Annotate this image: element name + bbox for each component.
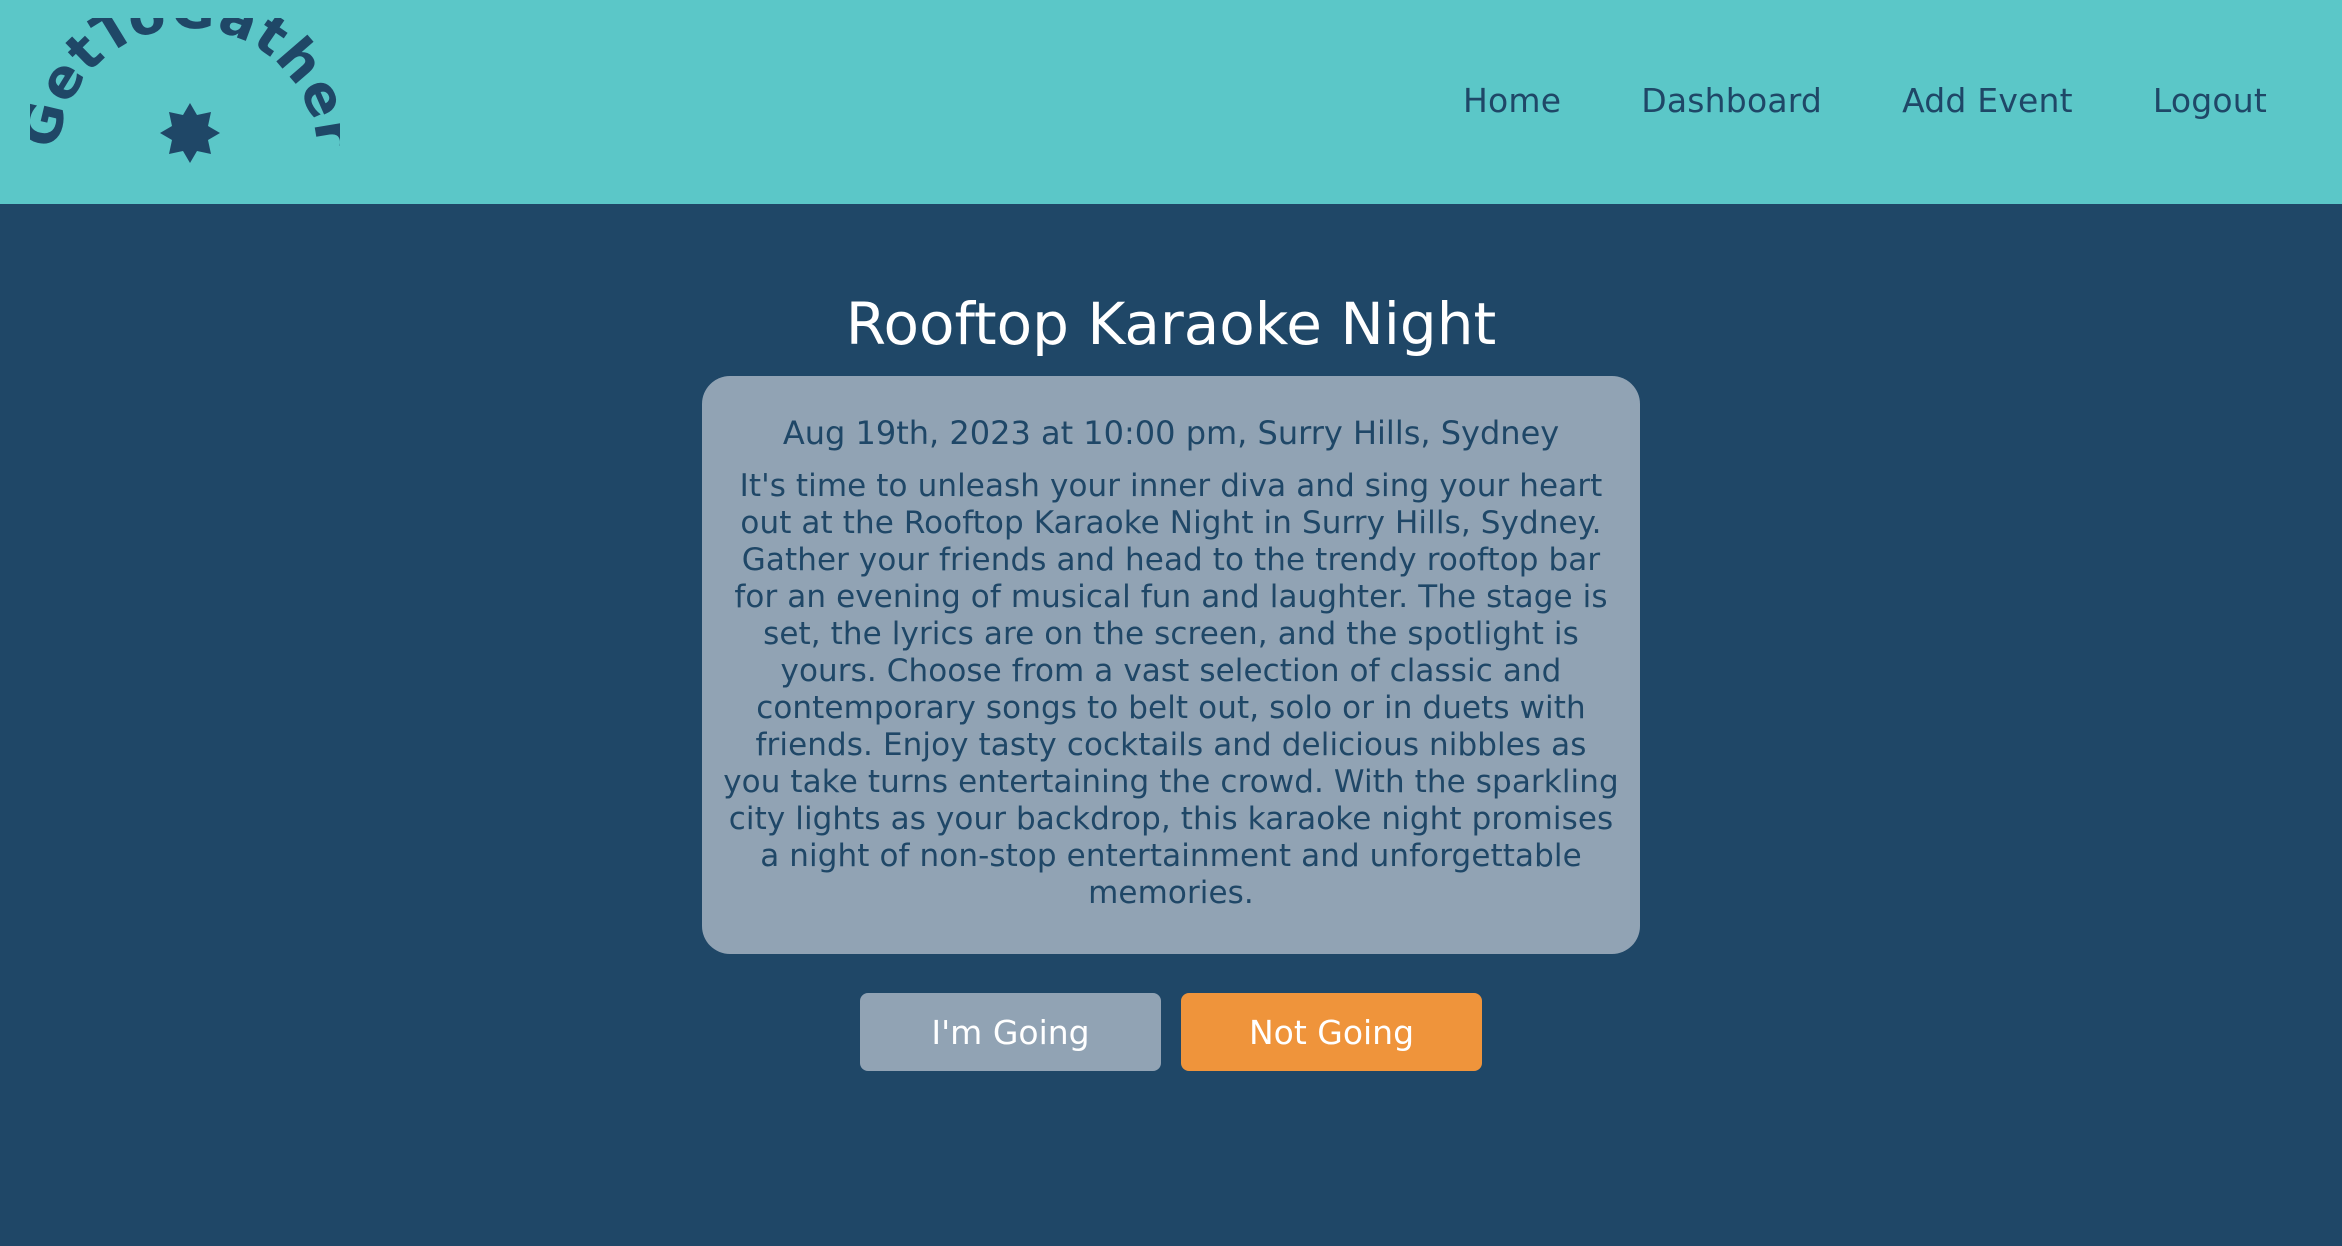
im-going-button[interactable]: I'm Going xyxy=(860,993,1161,1071)
event-description: It's time to unleash your inner diva and… xyxy=(723,468,1619,911)
event-card: Aug 19th, 2023 at 10:00 pm, Surry Hills,… xyxy=(702,376,1640,954)
logo-image: GetToGather xyxy=(8,0,367,163)
header: GetToGather Home Dashboard Add Event Log… xyxy=(0,0,2342,204)
not-going-button[interactable]: Not Going xyxy=(1181,993,1482,1071)
logo[interactable]: GetToGather xyxy=(8,0,367,178)
main-nav: Home Dashboard Add Event Logout xyxy=(1463,80,2267,122)
nav-logout-link[interactable]: Logout xyxy=(2153,80,2267,122)
nav-dashboard-link[interactable]: Dashboard xyxy=(1641,80,1822,122)
event-detail: Rooftop Karaoke Night Aug 19th, 2023 at … xyxy=(0,204,2342,1246)
event-date-location: Aug 19th, 2023 at 10:00 pm, Surry Hills,… xyxy=(782,414,1560,452)
logo-star-icon xyxy=(160,103,220,163)
event-title: Rooftop Karaoke Night xyxy=(845,290,1497,358)
nav-add-event-link[interactable]: Add Event xyxy=(1902,80,2073,122)
nav-home-link[interactable]: Home xyxy=(1463,80,1561,122)
